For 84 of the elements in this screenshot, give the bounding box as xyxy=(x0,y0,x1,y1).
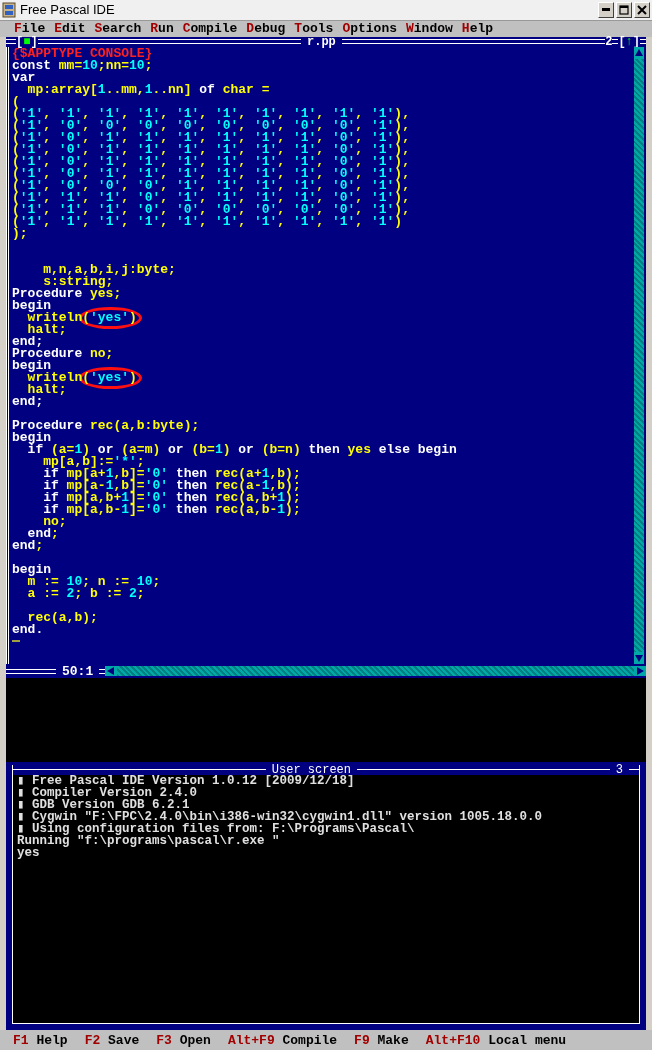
code-line: ('1', '0', '0', '0', '1', '1', '1', '1', '0', '1'), xyxy=(12,179,410,192)
code-line: if mp[a,b+1]='0' then rec(a,b+1); xyxy=(42,491,301,504)
code-line: ('1', '1', '1', '1', '1', '1', '1', '1', '1', '1'), xyxy=(12,107,410,120)
menu-item[interactable]: Debug xyxy=(246,21,286,37)
code-line: if mp[a+1,b]='0' then rec(a+1,b); xyxy=(42,467,301,480)
window-number: 2 xyxy=(605,36,613,47)
output-line: ▮ GDB Version GDB 6.2.1 xyxy=(17,798,190,811)
shortcut-hint[interactable]: Alt+F9 Compile xyxy=(227,1032,338,1048)
close-button[interactable] xyxy=(634,1,650,18)
code-line: Procedure rec(a,b:byte); xyxy=(12,419,200,432)
code-line: end. xyxy=(12,623,44,636)
code-line: ); xyxy=(12,227,28,240)
code-line: if mp[a-1,b]='0' then rec(a-1,b); xyxy=(42,479,301,492)
code-line: mp:array[1..mm,1..nn] of char = xyxy=(26,83,270,96)
code-line: m := 10; n := 10; xyxy=(27,575,161,588)
user-screen-title: User screen xyxy=(271,764,351,775)
code-line: var xyxy=(12,71,36,84)
shortcut-hint[interactable]: F9 Make xyxy=(354,1032,409,1048)
code-line: ('1', '0', '1', '1', '1', '1', '1', '1', '0', '1'), xyxy=(12,131,410,144)
scroll-down-icon[interactable] xyxy=(634,652,644,665)
code-line: s:string; xyxy=(43,275,114,288)
code-line: ( xyxy=(12,95,20,108)
code-line: rec(a,b); xyxy=(27,611,98,624)
shortcut-hint[interactable]: Alt+F10 Local menu xyxy=(425,1032,567,1048)
code-line: begin xyxy=(12,431,51,444)
code-line: mp[a,b]:='*'; xyxy=(42,455,145,468)
code-line: Procedure yes; xyxy=(12,287,122,300)
maximize-icon xyxy=(619,4,629,15)
menu-item[interactable]: Edit xyxy=(54,21,86,37)
code-line: end; xyxy=(27,527,59,540)
code-line: begin xyxy=(12,359,51,372)
output-line: ▮ Using configuration files from: F:\Programs\Pascal\ xyxy=(17,822,416,835)
code-line: end; xyxy=(12,335,44,348)
code-line: Procedure no; xyxy=(12,347,114,360)
shortcut-hint[interactable]: F2 Save xyxy=(84,1032,140,1048)
output-line: Running "f:\programs\pascal\r.exe " xyxy=(17,834,280,847)
app-icon xyxy=(2,1,16,18)
code-line: if mp[a,b-1]='0' then rec(a,b-1); xyxy=(42,503,301,516)
code-line: ('1', '1', '1', '0', '1', '1', '1', '1', '0', '1'), xyxy=(12,191,410,204)
code-line: begin xyxy=(12,299,51,312)
window-close-button[interactable]: [■] xyxy=(16,36,38,47)
code-line: a := 2; b := 2; xyxy=(26,587,145,600)
output-line: ▮ Free Pascal IDE Version 1.0.12 [2009/12/18] xyxy=(17,774,356,787)
minimize-icon xyxy=(602,8,610,12)
output-line: yes xyxy=(17,846,40,859)
menu-item[interactable]: Search xyxy=(94,21,142,37)
output-line: ▮ Compiler Version 2.4.0 xyxy=(17,786,199,799)
code-line: ('1', '1', '1', '1', '1', '1', '1', '1', '1', '1') xyxy=(12,215,403,228)
close-icon xyxy=(637,4,647,15)
code-line: const mm=10;nn=10; xyxy=(12,59,153,72)
code-line: no; xyxy=(43,515,67,528)
scroll-right-icon[interactable] xyxy=(634,666,646,677)
code-line: ('1', '0', '0', '0', '0', '0', '0', '0', '0', '1'), xyxy=(12,119,410,132)
code-line: ('1', '0', '1', '1', '1', '1', '1', '1', '0', '1'), xyxy=(12,167,410,180)
menu-item[interactable]: File xyxy=(14,21,46,37)
scroll-left-icon[interactable] xyxy=(105,666,118,677)
minimize-button[interactable] xyxy=(598,1,614,18)
menu-item[interactable]: Options xyxy=(342,21,397,37)
text-cursor xyxy=(12,640,20,643)
code-line: ('1', '0', '1', '1', '1', '1', '1', '1', '0', '1'), xyxy=(12,143,410,156)
window-title: Free Pascal IDE xyxy=(20,2,116,18)
code-line: m,n,a,b,i,j:byte; xyxy=(42,263,176,276)
code-line: ('1', '1', '1', '0', '0', '0', '0', '0', '0', '1'), xyxy=(12,203,410,216)
code-line: end; xyxy=(12,395,44,408)
menu-item[interactable]: Tools xyxy=(294,21,334,37)
shortcut-hint[interactable]: F1 Help xyxy=(13,1032,68,1048)
code-line: if (a=1) or (a=m) or (b=1) or (b=n) then yes else begin xyxy=(27,443,457,456)
menu-item[interactable]: Help xyxy=(461,21,494,37)
window-number: 3 xyxy=(614,764,624,775)
code-line: {$APPTYPE CONSOLE} xyxy=(12,47,153,60)
output-line: ▮ Cygwin "F:\FPC\2.4.0\bin\i386-win32\cygwin1.dll" version 1005.18.0.0 xyxy=(17,810,544,823)
menu-item[interactable]: Compile xyxy=(182,21,238,37)
code-line: halt; xyxy=(27,383,67,396)
code-line: ('1', '0', '1', '1', '1', '1', '1', '1', '0', '1'), xyxy=(12,155,410,168)
cursor-position: 50:1 xyxy=(61,664,95,679)
menu-item[interactable]: Window xyxy=(406,21,453,37)
scroll-up-icon[interactable] xyxy=(634,46,644,59)
file-title: r.pp xyxy=(306,36,337,47)
maximize-button[interactable] xyxy=(616,1,632,18)
code-line: halt; xyxy=(27,323,67,336)
code-line: begin xyxy=(12,563,51,576)
menu-item[interactable]: Run xyxy=(150,21,174,37)
code-line: end; xyxy=(12,539,44,552)
shortcut-hint[interactable]: F3 Open xyxy=(156,1032,211,1048)
